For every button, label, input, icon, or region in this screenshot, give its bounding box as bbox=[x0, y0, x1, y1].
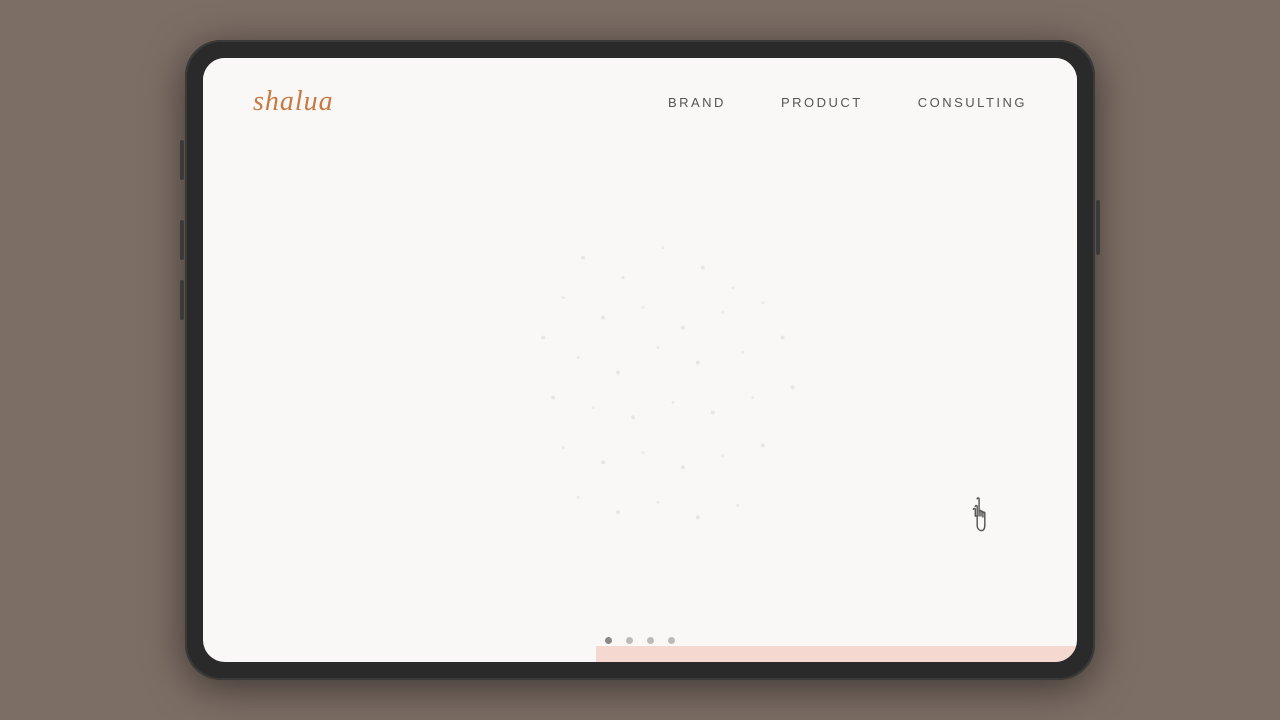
decorative-pattern bbox=[203, 138, 1077, 617]
cursor-hand-icon bbox=[965, 497, 997, 537]
tablet-screen: shalua BRAND PRODUCT CONSULTING bbox=[203, 58, 1077, 662]
tablet-top-button bbox=[180, 140, 184, 180]
tablet-vol-up-button bbox=[180, 220, 184, 260]
bottom-accent-bar bbox=[596, 646, 1077, 662]
tablet-device: shalua BRAND PRODUCT CONSULTING bbox=[185, 40, 1095, 680]
nav-links: BRAND PRODUCT CONSULTING bbox=[668, 95, 1027, 110]
site-logo[interactable]: shalua bbox=[253, 86, 334, 118]
nav-link-product[interactable]: PRODUCT bbox=[781, 95, 863, 110]
pagination-dot-4[interactable] bbox=[668, 637, 675, 644]
tablet-vol-down-button bbox=[180, 280, 184, 320]
nav-link-consulting[interactable]: CONSULTING bbox=[918, 95, 1027, 110]
pagination-dot-1[interactable] bbox=[605, 637, 612, 644]
pagination-dot-2[interactable] bbox=[626, 637, 633, 644]
nav-link-brand[interactable]: BRAND bbox=[668, 95, 726, 110]
main-content bbox=[203, 138, 1077, 617]
tablet-power-button bbox=[1096, 200, 1100, 255]
pagination-dot-3[interactable] bbox=[647, 637, 654, 644]
nav-header: shalua BRAND PRODUCT CONSULTING bbox=[203, 58, 1077, 138]
